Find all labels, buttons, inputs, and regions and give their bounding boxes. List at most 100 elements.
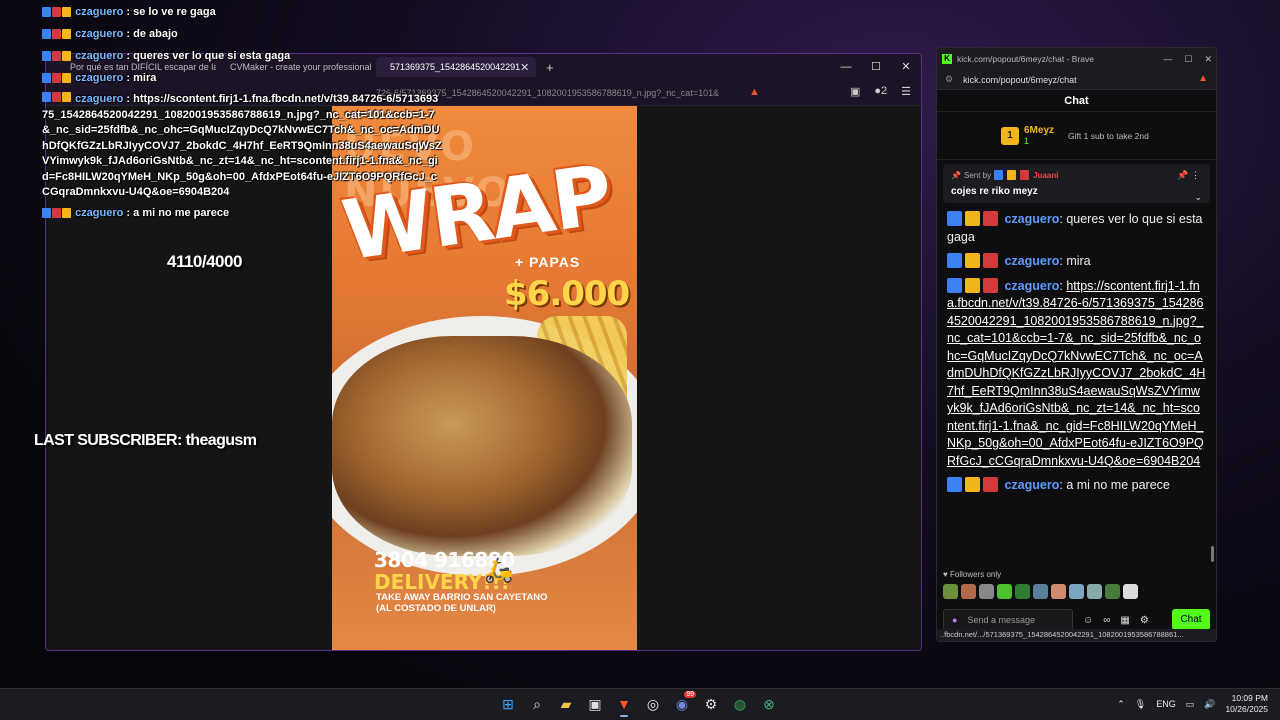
badges	[42, 92, 72, 105]
extension-count: 2	[881, 85, 888, 97]
store-icon[interactable]: ▣	[585, 693, 605, 715]
overlay-sep: :	[123, 93, 134, 105]
sidebar-icon[interactable]: ▣	[850, 85, 860, 98]
obs-icon[interactable]: ◎	[643, 693, 663, 715]
chat-username[interactable]: czaguero	[1004, 212, 1059, 226]
rank-badge: 1	[1001, 126, 1019, 145]
crown-icon	[62, 51, 71, 61]
badge-icon	[1007, 170, 1017, 180]
emote-icon[interactable]	[979, 584, 994, 599]
emote-icon[interactable]	[1105, 584, 1120, 599]
crown-icon	[62, 92, 71, 102]
chat-link[interactable]: https://scontent.firj1-1.fna.fbcdn.net/v…	[947, 279, 1205, 468]
wallet-icon[interactable]: ●2	[874, 85, 887, 98]
emote-icon[interactable]	[943, 584, 958, 599]
pinned-message[interactable]: 📌 Sent by Juaani cojes re riko meyz 📌 ⋮ …	[943, 164, 1210, 203]
gift-cta: Gift 1 sub to take 2nd	[1068, 130, 1149, 141]
badge-icon	[994, 170, 1004, 180]
poster-subtitle: + PAPAS	[515, 254, 581, 270]
overlay-message: de abajo	[133, 28, 178, 40]
verified-badge-icon	[947, 477, 962, 492]
emote-icon[interactable]	[1087, 584, 1102, 599]
volume-icon[interactable]: 🔊	[1204, 699, 1215, 710]
takeaway-line: TAKE AWAY BARRIO SAN CAYETANO	[376, 592, 548, 603]
emote-icon[interactable]	[961, 584, 976, 599]
overlay-sep: :	[123, 50, 134, 62]
kick-window-title: kick.com/popout/6meyz/chat - Brave	[957, 54, 1095, 64]
followers-only-text: Followers only	[949, 570, 1002, 579]
emote-icon[interactable]	[1123, 584, 1138, 599]
overlay-username: czaguero	[75, 50, 124, 62]
emote-icon[interactable]	[1069, 584, 1084, 599]
badges	[42, 72, 72, 88]
pin-icon[interactable]: 📌 ⋮	[1177, 170, 1200, 181]
clock[interactable]: 10:09 PM 10/26/2025	[1225, 693, 1268, 715]
gear-icon[interactable]: ⚙	[1140, 615, 1149, 626]
badge-icon	[52, 51, 61, 61]
chat-username[interactable]: czaguero	[1004, 478, 1059, 492]
gift-leaderboard[interactable]: 1 6Meyz 1 Gift 1 sub to take 2nd	[937, 112, 1216, 160]
discord-icon[interactable]: ◉ 99	[672, 691, 696, 715]
steam-icon[interactable]: ⚙	[701, 693, 721, 715]
emote-icon[interactable]	[1033, 584, 1048, 599]
minimize-button[interactable]: —	[1163, 48, 1172, 70]
emote-icon[interactable]	[1051, 584, 1066, 599]
brave-shields-icon[interactable]: ▲	[749, 86, 760, 98]
chat-scrollbar[interactable]	[1211, 546, 1214, 562]
emote-bar	[943, 584, 1138, 599]
badge-icon	[42, 51, 51, 61]
search-icon[interactable]: ⌕	[527, 693, 547, 715]
gift-count: 1	[1024, 136, 1030, 146]
overlay-username: czaguero	[75, 206, 124, 219]
badge-icon	[42, 29, 51, 39]
badge-icon	[52, 73, 61, 83]
system-tray: ⌃ 🎙 ENG ▭ 🔊 10:09 PM 10/26/2025	[1117, 693, 1268, 715]
emote-icon[interactable]	[1015, 584, 1030, 599]
kick-url-bar[interactable]: ⚙ kick.com/popout/6meyz/chat ▲	[937, 70, 1216, 90]
badge-icon	[52, 92, 61, 102]
overlay-message: a mi no me parece	[133, 206, 230, 219]
windows-start-icon[interactable]: ⊞	[498, 693, 518, 715]
maximize-button[interactable]: ☐	[861, 54, 891, 80]
pinned-header: 📌 Sent by Juaani	[951, 170, 1202, 180]
sent-by-label: Sent by	[963, 170, 992, 180]
close-window-button[interactable]: ✕	[1204, 48, 1212, 70]
mic-icon[interactable]: 🎙	[1135, 699, 1146, 710]
xbox-icon[interactable]: ⊗	[759, 693, 779, 715]
badge-icon	[1020, 170, 1030, 180]
mic-icon[interactable]: ●	[952, 615, 957, 625]
overlay-message: queres ver lo que si esta gaga	[133, 50, 291, 62]
chat-username[interactable]: czaguero	[1004, 254, 1059, 268]
chat-message: czaguero: queres ver lo que si esta gaga	[947, 211, 1206, 246]
minimize-button[interactable]: —	[831, 54, 861, 80]
chat-input[interactable]: ● Send a message	[943, 609, 1073, 631]
new-tab-button[interactable]: +	[546, 60, 554, 75]
crown-icon	[965, 277, 980, 293]
chat-text: : mira	[1059, 254, 1091, 268]
language-indicator[interactable]: ENG	[1156, 699, 1176, 709]
send-chat-button[interactable]: Chat	[1172, 609, 1210, 630]
network-icon[interactable]: ▭	[1186, 699, 1195, 710]
brave-icon[interactable]: ▼	[614, 693, 634, 717]
sub-badge-icon	[983, 477, 998, 492]
emote-icon[interactable]	[997, 584, 1012, 599]
emote-picker-icon[interactable]: ☺	[1083, 615, 1093, 626]
file-explorer-icon[interactable]: ▰	[556, 693, 576, 715]
site-info-icon[interactable]: ⚙	[945, 74, 953, 85]
close-tab-icon[interactable]: ✕	[520, 61, 529, 74]
maximize-button[interactable]: ☐	[1184, 48, 1192, 70]
chevron-down-icon[interactable]: ⌄	[1194, 192, 1202, 203]
brave-shields-icon[interactable]: ▲	[1198, 73, 1208, 84]
overlay-chat-line: czaguero : a mi no me parece	[42, 205, 442, 223]
crown-icon	[62, 29, 71, 39]
rewards-icon[interactable]: ∞	[1103, 615, 1110, 626]
close-window-button[interactable]: ✕	[891, 54, 921, 80]
store-icon[interactable]: ▦	[1120, 615, 1129, 626]
chat-username[interactable]: czaguero	[1004, 279, 1059, 293]
overlay-username: czaguero	[75, 72, 124, 84]
taskbar-apps: ⊞ ⌕ ▰ ▣ ▼ ◎ ◉ 99 ⚙ ◍ ⊗	[498, 691, 779, 717]
chevron-up-icon[interactable]: ⌃	[1117, 699, 1125, 710]
chrome-icon[interactable]: ◍	[730, 693, 750, 715]
menu-icon[interactable]: ☰	[901, 85, 911, 98]
poster-price: $6.000	[504, 274, 630, 314]
